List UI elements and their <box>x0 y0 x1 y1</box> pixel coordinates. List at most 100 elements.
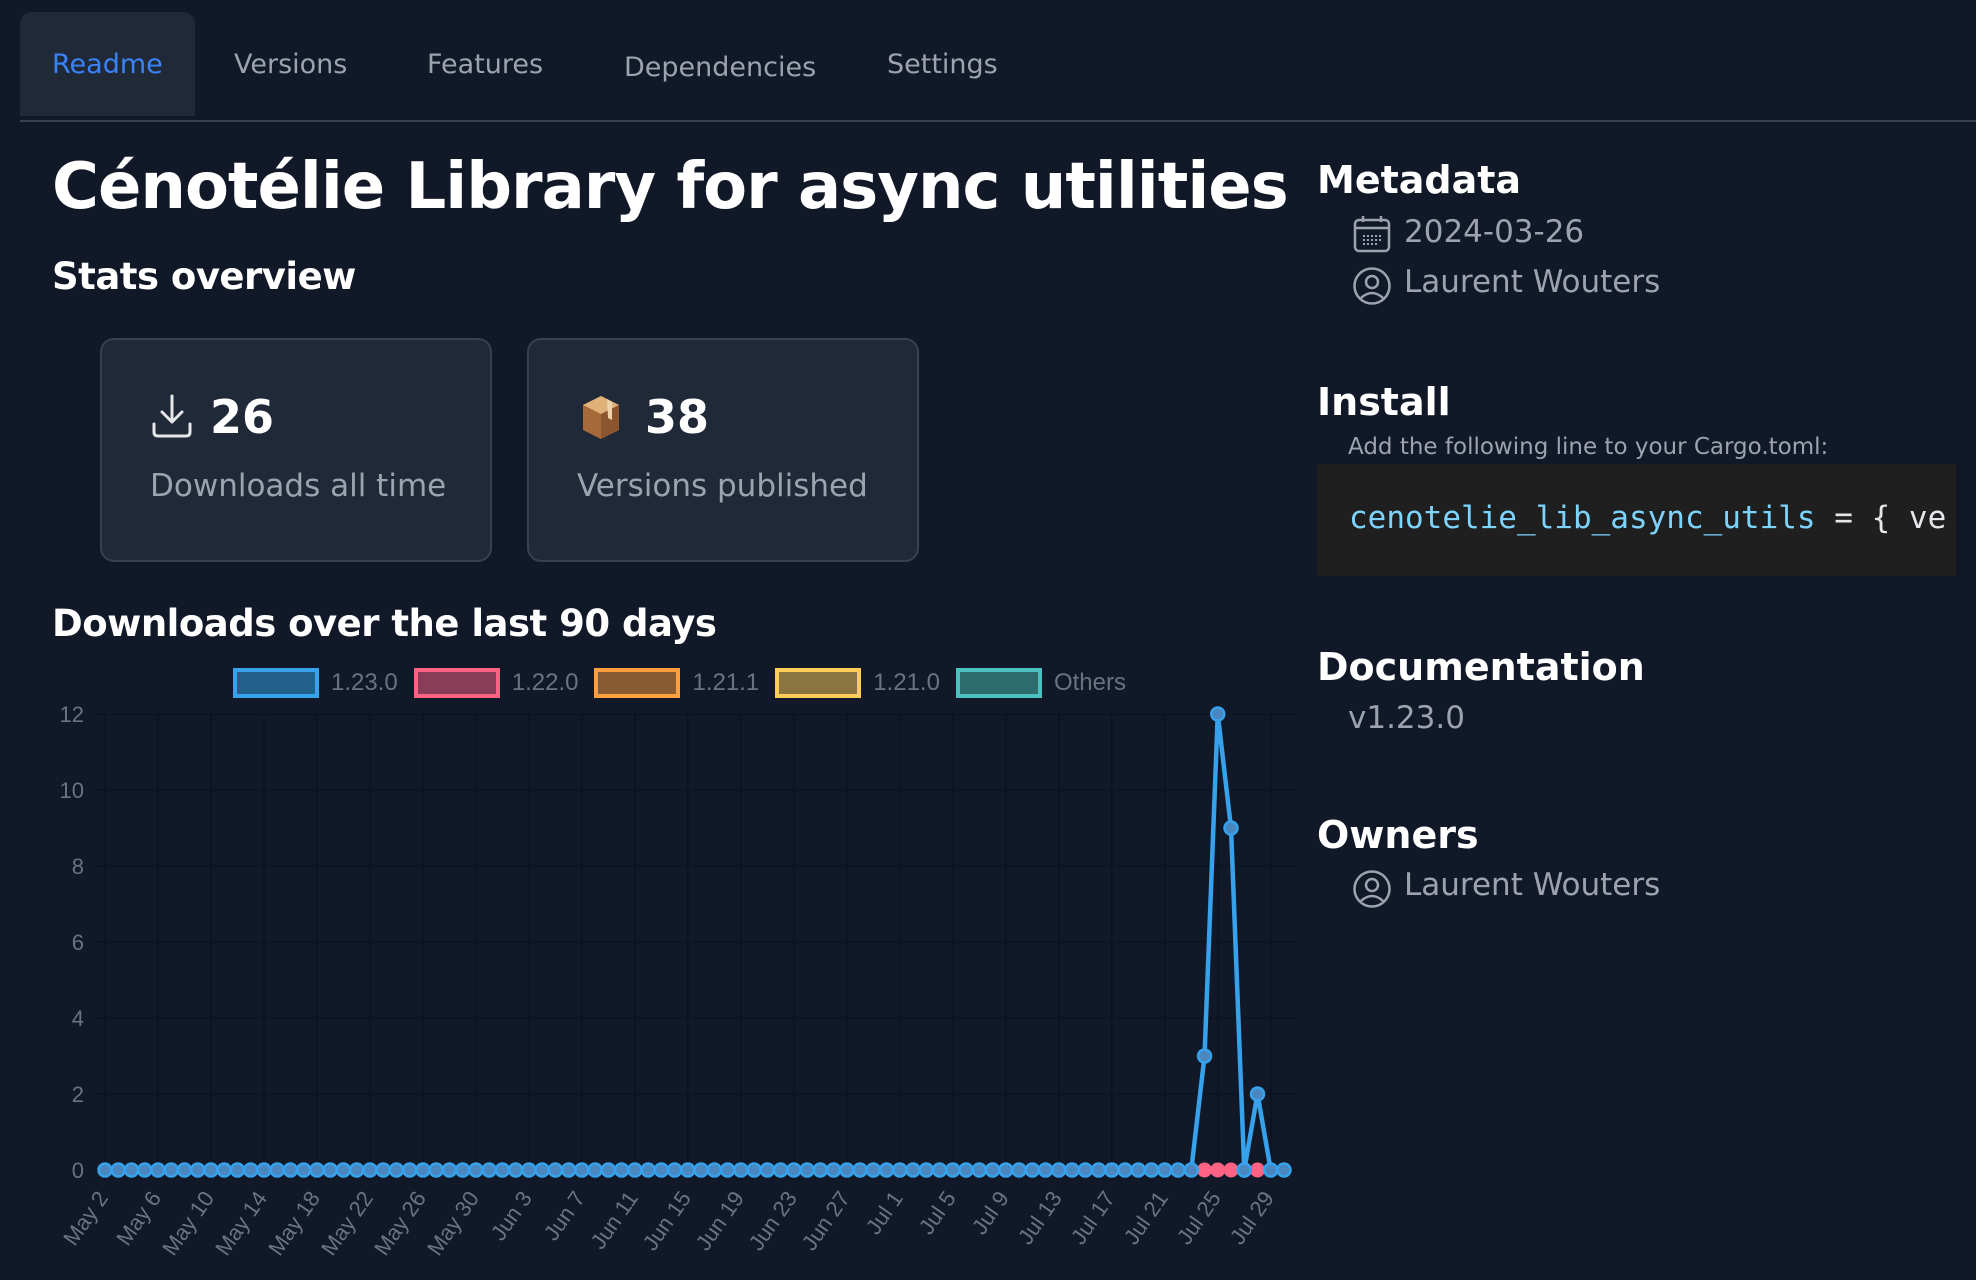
x-tick-label: May 2 <box>58 1187 113 1250</box>
legend-item-1-21-0[interactable]: 1.21.0 <box>775 668 940 698</box>
data-point-1-23-0 <box>693 1162 709 1178</box>
data-point-1-22-0 <box>1250 1162 1266 1178</box>
data-point-1-23-0 <box>1104 1162 1120 1178</box>
legend-item-1-21-1[interactable]: 1.21.1 <box>594 668 759 698</box>
data-point-1-23-0 <box>547 1162 564 1178</box>
downloads-heading: Downloads over the last 90 days <box>52 602 717 645</box>
install-code-block[interactable]: cenotelie_lib_async_utils = { ve <box>1317 464 1956 576</box>
tab-features[interactable]: Features <box>395 12 575 116</box>
tab-versions[interactable]: Versions <box>202 12 379 116</box>
data-point-1-23-0 <box>216 1162 232 1178</box>
x-tick-label: May 18 <box>263 1187 325 1260</box>
data-point-1-23-0 <box>653 1162 670 1178</box>
data-point-1-23-0 <box>295 1162 312 1178</box>
x-tick-label: Jul 29 <box>1225 1187 1279 1249</box>
user-circle-icon <box>1353 870 1391 908</box>
data-point-1-23-0 <box>852 1162 868 1178</box>
x-tick-label: May 26 <box>369 1187 431 1260</box>
data-point-1-23-0 <box>110 1162 126 1178</box>
legend-swatch <box>775 668 862 698</box>
owners-heading: Owners <box>1317 813 1479 857</box>
code-crate-name: cenotelie_lib_async_utils <box>1349 500 1816 536</box>
x-tick-label: May 30 <box>422 1187 484 1260</box>
data-point-1-23-0 <box>998 1162 1014 1178</box>
x-tick-label: Jul 5 <box>914 1187 961 1239</box>
documentation-link[interactable]: v1.23.0 <box>1348 700 1465 736</box>
data-point-1-23-0 <box>587 1162 603 1178</box>
data-point-1-23-0 <box>322 1162 338 1178</box>
legend-item-1-23-0[interactable]: 1.23.0 <box>233 668 398 698</box>
data-point-1-23-0 <box>242 1162 259 1178</box>
documentation-heading: Documentation <box>1317 645 1645 689</box>
legend-swatch <box>594 668 681 698</box>
y-tick-label: 6 <box>72 930 84 955</box>
code-rest: = { ve <box>1815 500 1947 536</box>
x-tick-label: Jul 9 <box>967 1187 1014 1239</box>
data-point-1-23-0 <box>1263 1162 1279 1178</box>
data-point-1-23-0 <box>892 1162 908 1178</box>
tab-dependencies[interactable]: Dependencies <box>592 15 848 119</box>
data-point-1-23-0 <box>574 1162 590 1178</box>
tab-readme[interactable]: Readme <box>20 12 195 116</box>
legend-label: Others <box>1053 669 1126 696</box>
y-tick-label: 2 <box>72 1082 84 1107</box>
data-point-1-23-0 <box>746 1162 762 1178</box>
data-point-1-23-0 <box>1064 1162 1080 1178</box>
data-point-1-23-0 <box>521 1162 537 1178</box>
data-point-1-23-0 <box>415 1162 431 1178</box>
data-point-1-23-0 <box>812 1162 829 1178</box>
legend-item-1-22-0[interactable]: 1.22.0 <box>413 668 579 698</box>
legend-item-others[interactable]: Others <box>955 668 1126 698</box>
x-tick-label: May 22 <box>316 1187 378 1260</box>
data-point-1-23-0 <box>865 1162 882 1178</box>
data-point-1-23-0 <box>388 1162 405 1178</box>
legend-label: 1.22.0 <box>511 669 579 696</box>
data-point-1-23-0 <box>348 1162 365 1178</box>
x-tick-label: May 6 <box>111 1187 166 1250</box>
downloads-chart: 024681012May 2May 6May 10May 14May 18May… <box>58 702 1296 1260</box>
data-point-1-23-0 <box>203 1162 219 1178</box>
data-point-1-23-0 <box>613 1162 630 1178</box>
chart-legend: 1.23.0 1.22.0 1.21.1 1.21.0 Others <box>233 666 1142 700</box>
y-tick-label: 12 <box>60 702 84 727</box>
install-heading: Install <box>1317 380 1451 424</box>
data-point-1-23-0 <box>1170 1162 1186 1178</box>
owner-item[interactable]: Laurent Wouters <box>1404 867 1660 903</box>
data-point-1-23-0 <box>1143 1162 1160 1178</box>
data-point-1-23-0 <box>931 1162 948 1178</box>
data-point-1-23-0 <box>666 1162 683 1178</box>
stat-label: Versions published <box>577 468 868 504</box>
data-point-1-23-0 <box>1090 1162 1107 1178</box>
data-point-1-23-0 <box>984 1162 1001 1178</box>
data-point-1-23-0 <box>1024 1162 1041 1178</box>
legend-swatch <box>955 668 1042 698</box>
metadata-date: 2024-03-26 <box>1404 214 1585 250</box>
data-point-1-23-0 <box>454 1162 471 1178</box>
x-tick-label: Jul 25 <box>1172 1187 1226 1249</box>
data-point-1-23-0 <box>1157 1162 1173 1178</box>
x-tick-label: Jun 27 <box>797 1187 855 1255</box>
data-point-1-23-0 <box>1011 1162 1027 1178</box>
tab-bar: Readme Versions Features Dependencies Se… <box>20 0 1976 122</box>
data-point-1-23-0 <box>918 1162 935 1178</box>
data-point-1-23-0 <box>878 1162 895 1178</box>
data-point-1-23-0 <box>309 1162 325 1178</box>
download-icon <box>152 394 192 438</box>
legend-label: 1.23.0 <box>331 669 398 696</box>
install-note: Add the following line to your Cargo.tom… <box>1348 434 1829 460</box>
data-point-1-23-0 <box>1183 1162 1200 1178</box>
x-tick-label: Jul 13 <box>1013 1187 1067 1249</box>
data-point-1-23-0 <box>335 1162 352 1178</box>
data-point-1-23-0 <box>600 1162 617 1178</box>
x-tick-label: May 14 <box>210 1187 272 1260</box>
data-point-1-23-0 <box>1077 1162 1094 1178</box>
data-point-1-23-0 <box>1037 1162 1054 1178</box>
data-point-1-23-0 <box>560 1162 577 1178</box>
data-point-1-23-0 <box>282 1162 299 1178</box>
tab-settings[interactable]: Settings <box>855 12 1030 116</box>
data-point-1-23-0 <box>401 1162 418 1178</box>
data-point-1-23-0 <box>719 1162 736 1178</box>
metadata-author[interactable]: Laurent Wouters <box>1404 264 1660 300</box>
data-point-1-22-0 <box>1210 1162 1226 1178</box>
data-point-1-23-0 <box>229 1162 246 1178</box>
